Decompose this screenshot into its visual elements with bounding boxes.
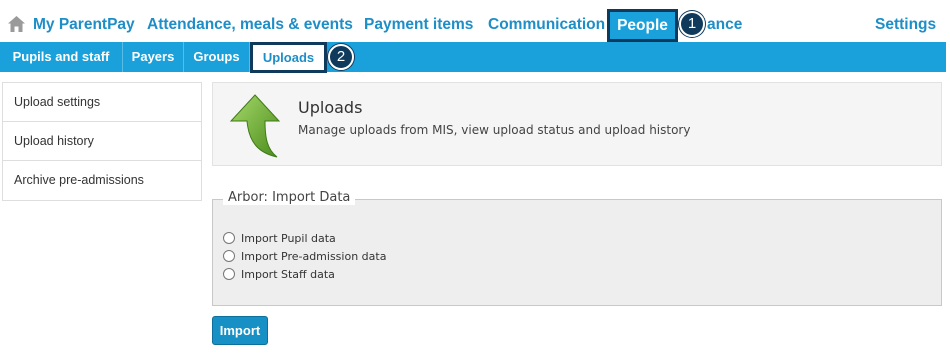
sidebar-item-upload-settings[interactable]: Upload settings <box>3 83 201 122</box>
green-up-arrow-icon <box>229 94 281 158</box>
sidebar-item-archive-pre-admissions[interactable]: Archive pre-admissions <box>3 161 201 200</box>
home-icon[interactable] <box>8 16 25 32</box>
subnav-payers[interactable]: Payers <box>123 42 184 72</box>
step-badge-2: 2 <box>328 44 354 70</box>
nav-finance[interactable]: ance <box>707 0 742 42</box>
option-import-pre-admission-data[interactable]: Import Pre-admission data <box>223 249 386 265</box>
top-navigation: My ParentPay Attendance, meals & events … <box>0 0 950 42</box>
nav-settings[interactable]: Settings <box>875 0 936 42</box>
sub-navigation: Pupils and staff Payers Groups <box>0 42 946 72</box>
import-button[interactable]: Import <box>212 316 268 345</box>
fieldset-legend: Arbor: Import Data <box>223 190 356 205</box>
option-label: Import Staff data <box>241 268 335 281</box>
radio-button[interactable] <box>223 232 235 244</box>
import-data-fieldset: Arbor: Import Data Import Pupil data Imp… <box>212 190 942 306</box>
option-label: Import Pupil data <box>241 232 336 245</box>
radio-button[interactable] <box>223 250 235 262</box>
option-import-staff-data[interactable]: Import Staff data <box>223 267 335 283</box>
subnav-pupils-and-staff[interactable]: Pupils and staff <box>0 42 123 72</box>
subnav-groups[interactable]: Groups <box>184 42 250 72</box>
nav-attendance-meals-events[interactable]: Attendance, meals & events <box>147 0 353 42</box>
sidebar-menu: Upload settings Upload history Archive p… <box>2 82 202 201</box>
nav-payment-items[interactable]: Payment items <box>364 0 473 42</box>
sidebar-item-upload-history[interactable]: Upload history <box>3 122 201 161</box>
page-header: Uploads Manage uploads from MIS, view up… <box>212 82 942 166</box>
option-label: Import Pre-admission data <box>241 250 387 263</box>
nav-my-parentpay[interactable]: My ParentPay <box>33 0 135 42</box>
page-title: Uploads <box>298 98 363 117</box>
step-badge-1: 1 <box>679 11 705 37</box>
nav-communication[interactable]: Communication <box>488 0 605 42</box>
option-import-pupil-data[interactable]: Import Pupil data <box>223 231 336 247</box>
subnav-uploads-tab[interactable]: Uploads <box>250 42 327 73</box>
nav-people-tab[interactable]: People <box>607 9 678 42</box>
page-subtitle: Manage uploads from MIS, view upload sta… <box>298 123 691 137</box>
radio-button[interactable] <box>223 268 235 280</box>
